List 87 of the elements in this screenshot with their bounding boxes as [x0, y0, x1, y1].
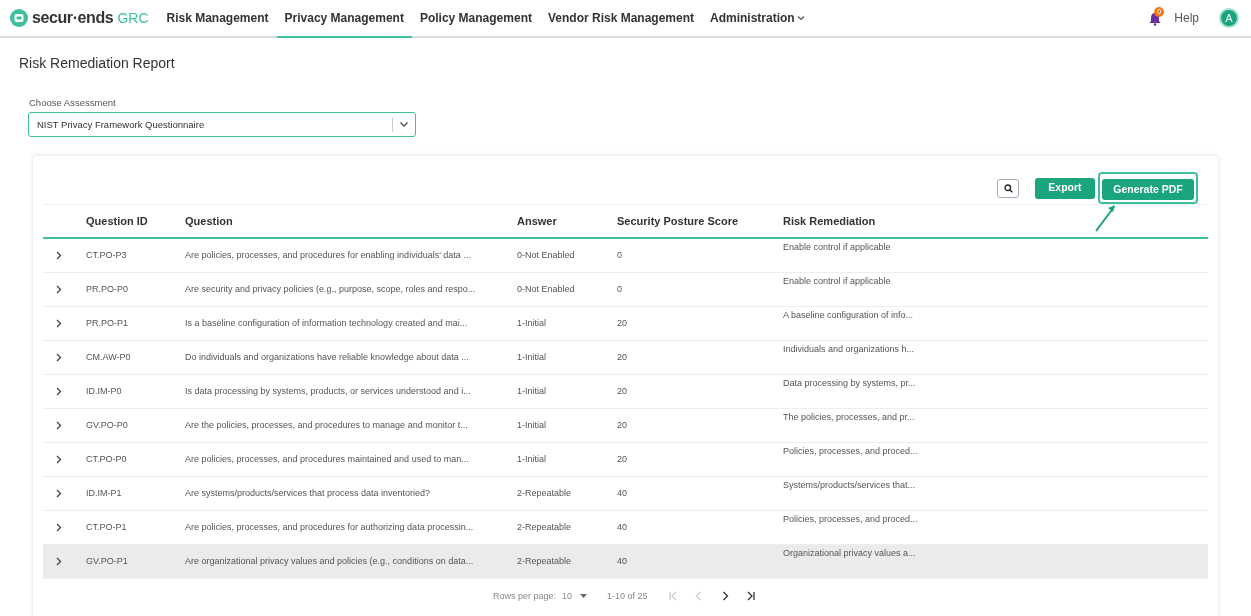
table-cell-text: CM.AW-P0: [86, 351, 132, 364]
table-cell-text: 1-Initial: [517, 317, 547, 330]
nav-tab[interactable]: Privacy Management: [276, 0, 412, 38]
table-cell-text: 0: [617, 249, 623, 262]
table-cell-text: Is a baseline configuration of information technology created and mai...: [185, 317, 469, 330]
table-cell-text: Is data processing by systems, products, or services understood and i...: [185, 385, 472, 398]
expand-chevron-icon[interactable]: [56, 489, 62, 499]
rows-per-page-select[interactable]: 10: [562, 589, 588, 603]
table-cell-text: 1-Initial: [517, 419, 547, 432]
nav-tab[interactable]: Administration: [702, 0, 813, 37]
expand-chevron-icon[interactable]: [56, 319, 62, 329]
table-cell-text: Policies, processes, and proced...: [783, 445, 919, 459]
rows-per-page-label: Rows per page:: [493, 589, 557, 603]
table-cell-text: PR.PO-P1: [86, 317, 129, 330]
table-cell-text: Are the policies, processes, and procedures to manage and monitor t...: [185, 419, 469, 432]
table-cell-text: 40: [617, 555, 628, 568]
table-cell-text: Are security and privacy policies (e.g., purpose, scope, roles and respo...: [185, 283, 477, 296]
table-cell-text: Do individuals and organizations have reliable knowledge about data ...: [185, 351, 470, 364]
logo-suffix: GRC: [117, 8, 149, 28]
assessment-select[interactable]: NIST Privacy Framework Questionnaire: [28, 112, 416, 138]
nav-tab[interactable]: Risk Management: [158, 0, 277, 37]
table-cell-text: CT.PO-P3: [86, 249, 128, 262]
expand-chevron-icon[interactable]: [56, 353, 62, 363]
table-cell-text: Are policies, processes, and procedures for authorizing data processin...: [185, 521, 475, 534]
column-header: Risk Remediation: [783, 215, 876, 227]
table-cell-text: PR.PO-P0: [86, 283, 129, 296]
table-cell-text: Policies, processes, and proced...: [783, 513, 919, 527]
logo-icon: [10, 9, 28, 27]
search-button[interactable]: [997, 178, 1019, 198]
table-cell-text: 1-Initial: [517, 453, 547, 466]
column-header: Security Posture Score: [617, 215, 739, 227]
column-header: Answer: [517, 215, 557, 227]
table-cell-text: Are policies, processes, and procedures maintained and used to man...: [185, 453, 470, 466]
search-icon: [1003, 183, 1013, 193]
table-cell-text: 20: [617, 351, 628, 364]
table-cell-text: 40: [617, 487, 628, 500]
table-cell-text: 0-Not Enabled: [517, 249, 576, 262]
table-cell-text: 20: [617, 317, 628, 330]
expand-chevron-icon[interactable]: [56, 455, 62, 465]
dropdown-triangle-icon: [580, 594, 588, 599]
table-row[interactable]: GV.PO-P1 Are organizational privacy values and policies (e.g., conditions on data... 2-Repeatable 40 Organizational privacy values a...: [43, 545, 1208, 580]
expand-chevron-icon[interactable]: [56, 421, 62, 431]
table-cell-text: 1-Initial: [517, 385, 547, 398]
page-title: Risk Remediation Report: [19, 54, 176, 73]
expand-chevron-icon[interactable]: [56, 251, 62, 261]
table-cell-text: GV.PO-P0: [86, 419, 129, 432]
table-cell-text: 40: [617, 521, 628, 534]
annotation-arrow: [1094, 203, 1118, 234]
table-cell-text: 2-Repeatable: [517, 487, 573, 500]
table-cell-text: Are organizational privacy values and policies (e.g., conditions on data...: [185, 555, 475, 568]
table-cell-text: The policies, processes, and pr...: [783, 411, 916, 425]
table-cell-text: Enable control if applicable: [783, 241, 892, 255]
table-cell-text: A baseline configuration of info...: [783, 309, 915, 323]
logo-text: secur·ends: [32, 8, 114, 28]
table-cell-text: ID.IM-P0: [86, 385, 123, 398]
expand-chevron-icon[interactable]: [56, 387, 62, 397]
table-cell-text: 2-Repeatable: [517, 521, 573, 534]
table-cell-text: Enable control if applicable: [783, 275, 892, 289]
field-label: Choose Assessment: [29, 96, 117, 110]
table-cell-text: 2-Repeatable: [517, 555, 573, 568]
table-cell-text: 20: [617, 453, 628, 466]
expand-chevron-icon[interactable]: [56, 285, 62, 295]
chevron-down-icon: [399, 121, 409, 129]
expand-chevron-icon[interactable]: [56, 557, 62, 567]
table-cell-text: 1-Initial: [517, 351, 547, 364]
help-link[interactable]: Help: [1174, 9, 1199, 27]
table-cell-text: Data processing by systems, pr...: [783, 377, 917, 391]
table-cell-text: 0: [617, 283, 623, 296]
table-cell-text: 20: [617, 385, 628, 398]
table-cell-text: Are systems/products/services that process data inventoried?: [185, 487, 432, 500]
page-range: 1-10 of 25: [607, 589, 648, 603]
table-cell-text: Are policies, processes, and procedures for enabling individuals' data ...: [185, 249, 472, 262]
table-cell-text: CT.PO-P1: [86, 521, 128, 534]
table-cell-text: GV.PO-P1: [86, 555, 129, 568]
table-cell-text: Organizational privacy values a...: [783, 547, 917, 561]
expand-chevron-icon[interactable]: [56, 523, 62, 533]
nav-tab[interactable]: Vendor Risk Management: [539, 0, 702, 37]
nav-tab[interactable]: Policy Management: [411, 0, 540, 37]
table-cell-text: CT.PO-P0: [86, 453, 128, 466]
table-cell-text: Systems/products/services that...: [783, 479, 917, 493]
column-header: Question: [185, 215, 233, 227]
last-page-icon[interactable]: [745, 591, 756, 602]
table-cell-text: 20: [617, 419, 628, 432]
column-header: Question ID: [86, 215, 148, 227]
table-cell-text: Individuals and organizations h...: [783, 343, 916, 357]
table-cell-text: ID.IM-P1: [86, 487, 123, 500]
table-cell-text: 0-Not Enabled: [517, 283, 576, 296]
